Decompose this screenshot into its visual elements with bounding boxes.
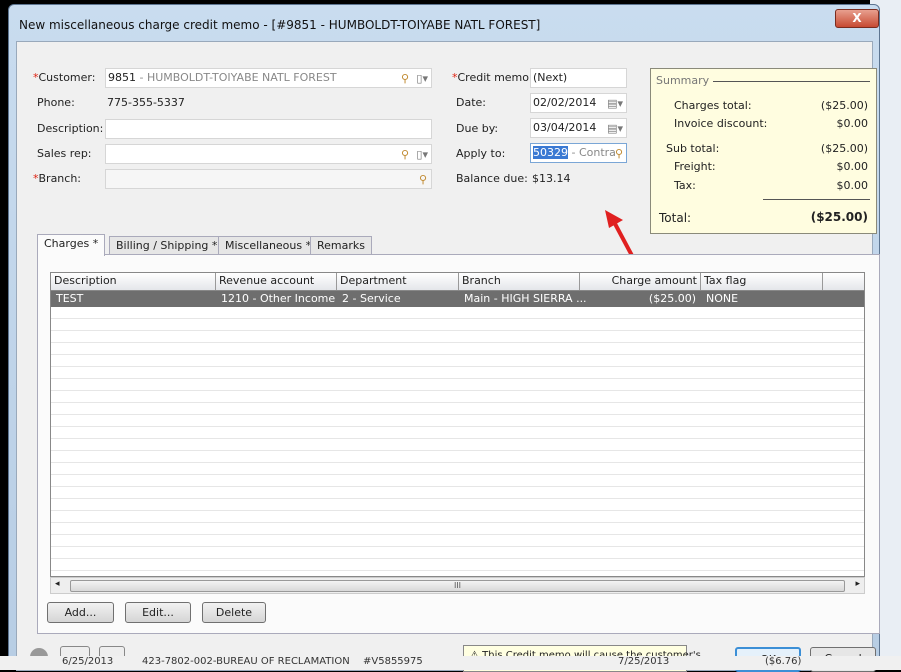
summary-label: Tax: [674,179,696,192]
credit-memo-label: *Credit memo: [452,71,533,84]
card-dropdown-icon[interactable]: ▯▾ [416,146,428,163]
phone-value: 775-355-5337 [107,96,185,109]
search-icon[interactable]: ⚲ [401,146,409,163]
grid-header: Description Revenue account Department B… [51,273,864,291]
cell-department: 2 - Service [342,292,401,305]
scroll-thumb[interactable]: III [70,580,845,592]
description-field[interactable] [105,119,432,139]
edit-button[interactable]: Edit... [125,602,191,623]
dialog-body: *Customer: 9851 - HUMBOLDT-TOIYABE NATL … [16,41,880,672]
due-by-label: Due by: [456,122,499,135]
date-label: Date: [456,96,486,109]
window-title: New miscellaneous charge credit memo - [… [19,18,541,32]
cell-charge-amount: ($25.00) [648,292,696,305]
column-header[interactable]: Description [51,273,216,290]
column-header[interactable]: Branch [459,273,580,290]
delete-button[interactable]: Delete [202,602,266,623]
close-button[interactable]: X [835,9,879,28]
apply-to-label: Apply to: [456,147,506,160]
summary-value: $0.00 [836,117,869,130]
description-label: Description: [37,122,104,135]
cell-description: TEST [56,292,84,305]
tab-miscellaneous[interactable]: Miscellaneous * [218,236,319,255]
summary-label: Sub total: [666,142,720,155]
summary-panel: Summary Charges total: ($25.00) Invoice d… [650,68,877,234]
column-header[interactable]: Revenue account [216,273,337,290]
summary-title: Summary [656,74,710,87]
charges-grid[interactable]: Description Revenue account Department B… [50,272,865,577]
scroll-right-icon[interactable]: ▸ [855,579,860,589]
balance-due-label: Balance due: [456,172,528,185]
summary-label: Freight: [674,160,716,173]
summary-value: $0.00 [836,179,869,192]
search-icon[interactable]: ⚲ [419,171,427,188]
sales-rep-field[interactable]: ⚲ ▯▾ [105,144,432,164]
calendar-dropdown-icon[interactable]: ▤▾ [607,95,623,112]
branch-label: *Branch: [33,172,82,185]
customer-field[interactable]: 9851 - HUMBOLDT-TOIYABE NATL FOREST ⚲ ▯▾ [105,68,432,88]
dialog-window: New miscellaneous charge credit memo - [… [8,4,880,672]
background-row: 6/25/2013 423-7802-002-BUREAU OF RECLAMA… [0,656,901,670]
summary-value: ($25.00) [820,99,868,112]
tab-billing-shipping[interactable]: Billing / Shipping * [109,236,225,255]
add-button[interactable]: Add... [47,602,114,623]
search-icon[interactable]: ⚲ [614,145,623,162]
charges-panel: Description Revenue account Department B… [37,254,880,634]
date-field[interactable]: 02/02/2014 ▤▾ [530,93,627,113]
summary-label: Charges total: [674,99,752,112]
table-row[interactable]: TEST 1210 - Other Income 2 - Service Mai… [51,291,864,307]
horizontal-scrollbar[interactable]: ◂ III ▸ [50,577,865,594]
scroll-left-icon[interactable]: ◂ [55,579,60,589]
balance-due-value: $13.14 [532,172,571,185]
sales-rep-label: Sales rep: [37,147,92,160]
cell-branch: Main - HIGH SIERRA ... [464,292,587,305]
customer-label: *Customer: [33,71,96,84]
due-by-field[interactable]: 03/04/2014 ▤▾ [530,118,627,138]
cell-revenue-account: 1210 - Other Income [221,292,336,305]
card-dropdown-icon[interactable]: ▯▾ [416,70,428,87]
credit-memo-field[interactable]: (Next) [530,68,627,88]
phone-label: Phone: [37,96,75,109]
column-header[interactable]: Tax flag [701,273,823,290]
summary-total-label: Total: [659,211,692,225]
tab-charges[interactable]: Charges * [37,234,106,256]
calendar-dropdown-icon[interactable]: ▤▾ [607,120,623,137]
summary-total-value: ($25.00) [810,210,868,224]
search-icon[interactable]: ⚲ [401,70,409,87]
column-header[interactable]: Charge amount [580,273,701,290]
apply-to-field[interactable]: 50329 - Contrac ⚲ [530,143,627,163]
summary-value: ($25.00) [820,142,868,155]
column-header[interactable]: Department [337,273,459,290]
cell-tax-flag: NONE [706,292,739,305]
tab-remarks[interactable]: Remarks [310,236,372,255]
branch-field[interactable]: ⚲ [105,169,432,189]
summary-value: $0.00 [836,160,869,173]
summary-label: Invoice discount: [674,117,768,130]
